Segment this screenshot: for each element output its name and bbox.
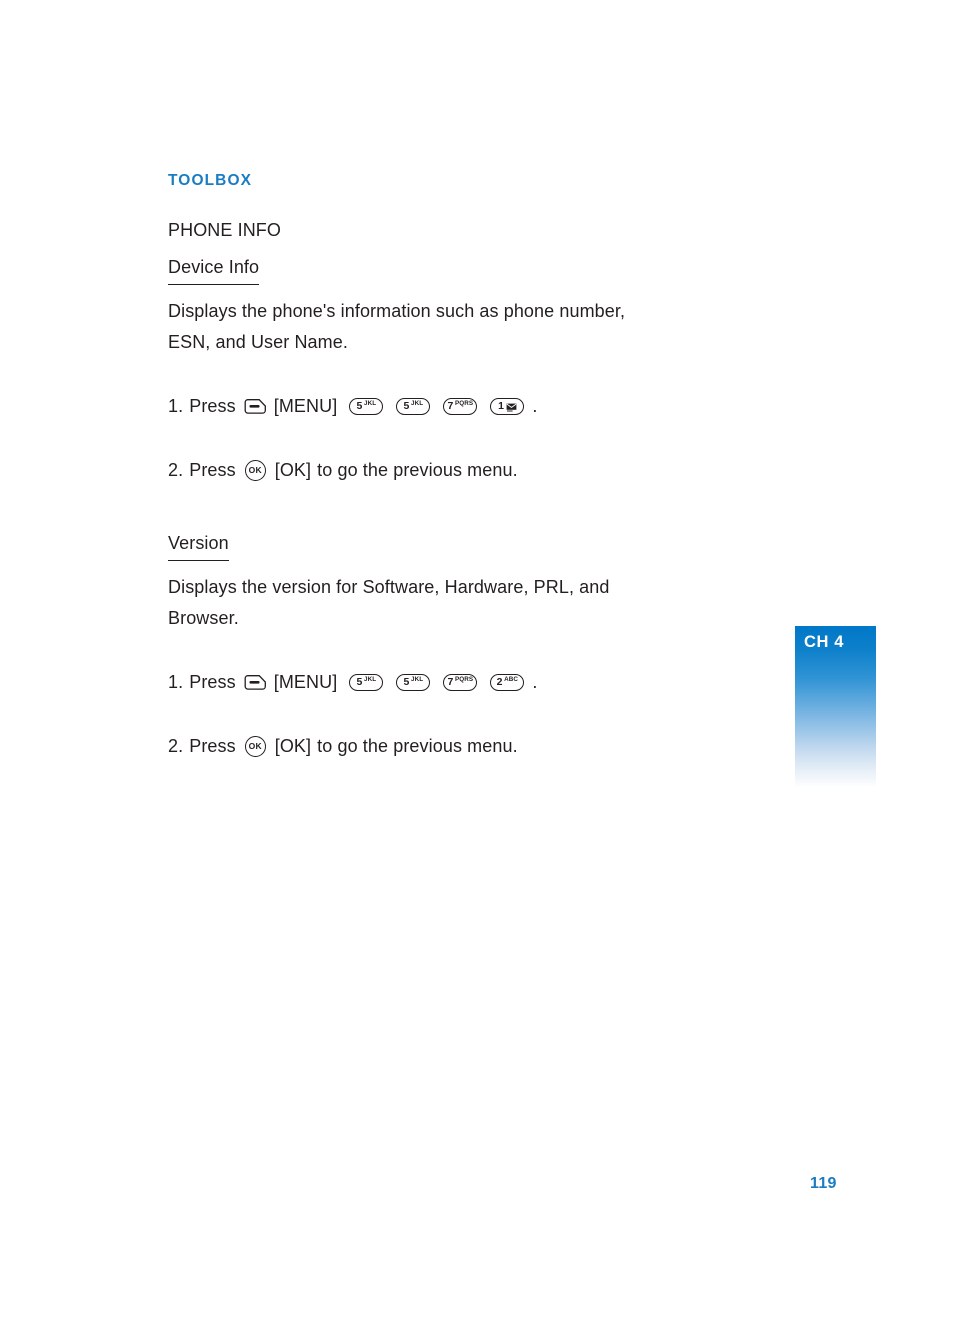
keypad-key-5-jkl: 5 JKL — [396, 397, 431, 415]
key-letters: JKL — [410, 675, 424, 683]
ok-key-icon: OK — [244, 459, 266, 481]
menu-soft-key-icon — [244, 674, 266, 690]
topic-title-wrap: Device Info — [168, 252, 788, 291]
manual-page: CH 4 119 TOOLBOX PHONE INFO Device Info … — [0, 0, 954, 1334]
key-digit: 5 — [356, 400, 363, 413]
step-number: 2. — [168, 459, 184, 480]
ok-key-icon: OK — [244, 735, 266, 757]
ok-key-label: OK — [248, 465, 262, 476]
keypad-key-5-jkl: 5 JKL — [349, 397, 384, 415]
topic-title-device-info: Device Info — [168, 252, 260, 285]
step-line: 2. Press OK [OK] to go the previous menu… — [168, 731, 788, 762]
key-letters: JKL — [363, 400, 377, 408]
step-number: 2. — [168, 735, 184, 756]
section-heading: TOOLBOX — [168, 172, 253, 189]
step-bracket-label: [MENU] — [273, 395, 338, 416]
step-tail-text: to go the previous menu. — [317, 735, 518, 756]
keypad-key-2-abc: 2 ABC — [490, 673, 525, 691]
keypad-key-7-pqrs: 7 PQRS — [443, 673, 478, 691]
keypad-key-1-voicemail: 1 — [490, 397, 525, 415]
chapter-tab-label: CH 4 — [804, 633, 844, 651]
topic-description-device-info: Displays the phone's information such as… — [168, 300, 626, 352]
key-digit: 7 — [447, 675, 454, 688]
step-verb: Press — [189, 459, 236, 480]
step-tail-text: to go the previous menu. — [317, 459, 518, 480]
subject-heading: PHONE INFO — [168, 220, 282, 241]
keypad-key-5-jkl: 5 JKL — [349, 673, 384, 691]
ok-key-label: OK — [248, 740, 262, 751]
step-verb: Press — [189, 395, 236, 416]
key-digit: 2 — [496, 675, 503, 688]
key-digit: 5 — [403, 400, 410, 413]
key-letters: ABC — [504, 675, 519, 683]
key-letters: PQRS — [454, 675, 474, 683]
key-letters: PQRS — [454, 400, 474, 408]
topic-title-wrap: Version — [168, 528, 788, 567]
keypad-key-5-jkl: 5 JKL — [396, 673, 431, 691]
key-digit: 5 — [403, 675, 410, 688]
step-line: 1. Press [MENU] 5 JKL 5 JKL — [168, 391, 788, 422]
envelope-icon — [506, 397, 517, 415]
step-bracket-label: [MENU] — [273, 671, 338, 692]
step-verb: Press — [189, 671, 236, 692]
menu-soft-key-icon — [244, 398, 266, 414]
step-verb: Press — [189, 735, 236, 756]
step-trailing-period: . — [532, 395, 538, 416]
topic-description-version: Displays the version for Software, Hardw… — [168, 576, 610, 628]
step-line: 2. Press OK [OK] to go the previous menu… — [168, 455, 788, 486]
step-trailing-period: . — [532, 671, 538, 692]
key-letters: JKL — [363, 675, 377, 683]
chapter-tab: CH 4 — [795, 626, 876, 788]
topic-title-version: Version — [168, 528, 229, 561]
step-bracket-label: [OK] — [274, 735, 312, 756]
step-bracket-label: [OK] — [274, 459, 312, 480]
content-column: TOOLBOX PHONE INFO Device Info Displays … — [168, 172, 788, 762]
step-number: 1. — [168, 671, 184, 692]
key-letters: JKL — [410, 400, 424, 408]
page-number: 119 — [810, 1175, 837, 1192]
step-line: 1. Press [MENU] 5 JKL 5 JKL — [168, 667, 788, 698]
key-digit: 5 — [356, 675, 363, 688]
step-number: 1. — [168, 395, 184, 416]
key-digit: 1 — [498, 400, 505, 413]
keypad-key-7-pqrs: 7 PQRS — [443, 397, 478, 415]
key-digit: 7 — [447, 400, 454, 413]
